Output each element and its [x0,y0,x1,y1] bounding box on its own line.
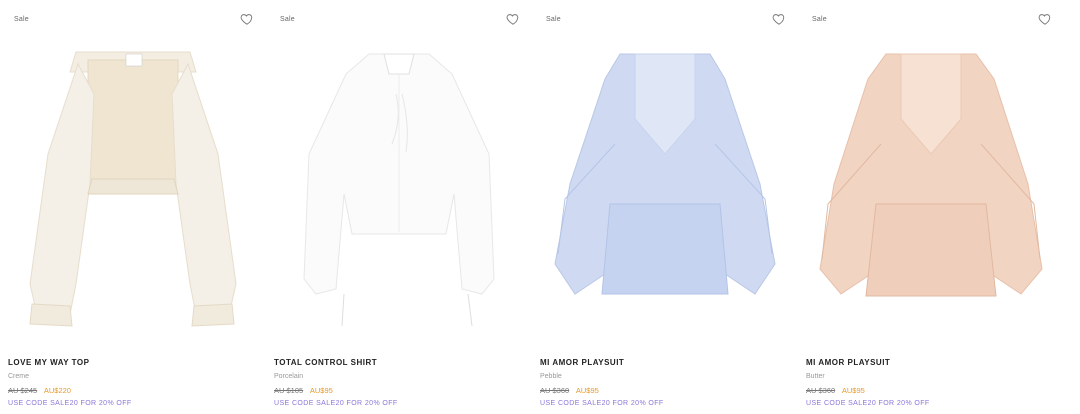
sale-price: AU$220 [43,386,71,395]
promo-text: USE CODE SALE20 FOR 20% OFF [274,400,398,407]
price-row: AU $360 AU$95 [540,386,790,395]
price-row: AU $245 AU$220 [8,386,258,395]
heart-icon[interactable] [506,12,520,26]
product-card[interactable]: Sale TOTAL CONTROL SHIRT Porcelain AU $1… [266,0,532,414]
price-row: AU $360 AU$95 [806,386,1056,395]
product-name[interactable]: TOTAL CONTROL SHIRT [274,358,524,367]
original-price: AU $360 [540,386,570,395]
product-color: Butter [806,373,825,380]
original-price: AU $105 [274,386,304,395]
price-row: AU $105 AU$95 [274,386,524,395]
product-image[interactable] [0,34,266,334]
promo-text: USE CODE SALE20 FOR 20% OFF [540,400,664,407]
sale-badge: Sale [812,16,827,23]
product-info: TOTAL CONTROL SHIRT Porcelain AU $105 AU… [274,358,524,407]
promo-text: USE CODE SALE20 FOR 20% OFF [8,400,132,407]
product-color: Porcelain [274,373,304,380]
heart-icon[interactable] [772,12,786,26]
original-price: AU $245 [8,386,38,395]
product-name[interactable]: LOVE MY WAY TOP [8,358,258,367]
product-card[interactable]: Sale MI AMOR PLAYSUIT Pebble AU $360 AU$… [532,0,798,414]
sale-badge: Sale [280,16,295,23]
promo-text: USE CODE SALE20 FOR 20% OFF [806,400,930,407]
product-image[interactable] [798,34,1064,334]
product-info: LOVE MY WAY TOP Creme AU $245 AU$220 USE… [8,358,258,407]
product-color: Pebble [540,373,562,380]
product-info: MI AMOR PLAYSUIT Pebble AU $360 AU$95 US… [540,358,790,407]
sale-price: AU$95 [309,386,333,395]
original-price: AU $360 [806,386,836,395]
product-name[interactable]: MI AMOR PLAYSUIT [806,358,1056,367]
product-image[interactable] [266,34,532,334]
sale-badge: Sale [14,16,29,23]
product-image[interactable] [532,34,798,334]
product-card[interactable]: Sale LOVE MY WAY TOP Creme AU $245 AU$22… [0,0,266,414]
product-color: Creme [8,373,30,380]
sale-badge: Sale [546,16,561,23]
sale-price: AU$95 [575,386,599,395]
product-card[interactable]: Sale MI AMOR PLAYSUIT Butter AU $360 AU$… [798,0,1064,414]
product-grid: Sale LOVE MY WAY TOP Creme AU $245 AU$22… [0,0,1080,414]
heart-icon[interactable] [1038,12,1052,26]
sale-price: AU$95 [841,386,865,395]
product-name[interactable]: MI AMOR PLAYSUIT [540,358,790,367]
product-info: MI AMOR PLAYSUIT Butter AU $360 AU$95 US… [806,358,1056,407]
heart-icon[interactable] [240,12,254,26]
